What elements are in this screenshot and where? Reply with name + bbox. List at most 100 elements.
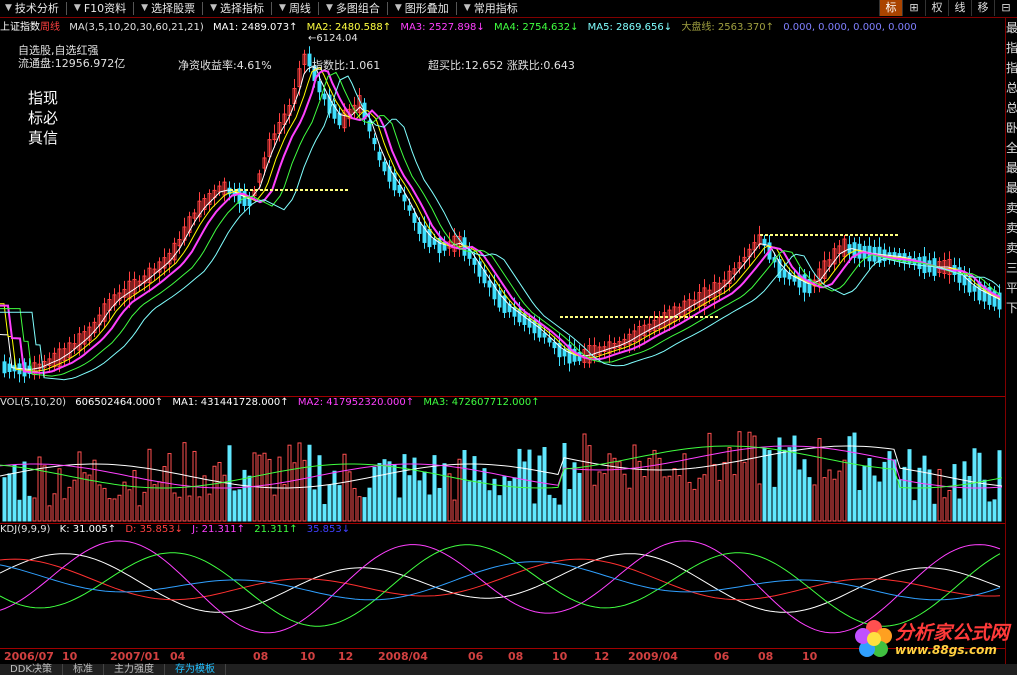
- date-label: 2009/04: [628, 650, 678, 663]
- volume-bar: [507, 480, 512, 522]
- volume-bar: [492, 478, 497, 522]
- volume-bar: [77, 451, 82, 522]
- toolbar-f10[interactable]: ▼ F10资料: [69, 0, 131, 17]
- volume-bar: [802, 459, 807, 522]
- rights-button[interactable]: 权: [925, 0, 948, 16]
- volume-bar: [82, 472, 87, 522]
- dropdown-arrow-icon: ▼: [325, 3, 333, 13]
- toolbar-select-stock[interactable]: ▼ 选择股票: [136, 0, 200, 17]
- price-chart[interactable]: [0, 32, 1005, 396]
- volume-bar: [397, 497, 402, 522]
- toolbar-tech-analysis[interactable]: ▼ 技术分析: [0, 0, 64, 17]
- date-label: 06: [714, 650, 730, 663]
- side-panel-char[interactable]: 最: [1006, 158, 1017, 178]
- side-panel-char[interactable]: 总: [1006, 78, 1017, 98]
- volume-bar: [752, 435, 757, 522]
- volume-bar: [202, 475, 207, 522]
- volume-bar: [67, 486, 72, 522]
- volume-bar: [912, 500, 917, 522]
- volume-bar: [622, 473, 627, 522]
- mark-button[interactable]: 标: [879, 0, 902, 16]
- kdj-header: KDJ(9,9,9) K: 31.005↑ D: 35.853↓ J: 21.3…: [0, 524, 351, 535]
- volume-bar: [767, 450, 772, 522]
- stock-name: 上证指数: [0, 22, 40, 32]
- volume-bar: [597, 471, 602, 522]
- tab-standard[interactable]: 标准: [63, 664, 104, 675]
- volume-bar: [807, 477, 812, 522]
- side-panel-char[interactable]: 下: [1006, 298, 1017, 318]
- toolbar-select-indicator[interactable]: ▼ 选择指标: [205, 0, 269, 17]
- volume-bar: [712, 463, 717, 522]
- volume-bar: [207, 493, 212, 522]
- volume-bar: [557, 504, 562, 522]
- volume-bar: [347, 471, 352, 522]
- side-panel-char[interactable]: 总: [1006, 98, 1017, 118]
- ma-line: [0, 66, 1001, 372]
- side-panel-char[interactable]: 卖: [1006, 238, 1017, 258]
- volume-bar: [2, 477, 7, 522]
- tab-main-strength[interactable]: 主力强度: [104, 664, 165, 675]
- volume-bar: [917, 467, 922, 522]
- side-panel-char[interactable]: 平: [1006, 278, 1017, 298]
- date-label: 12: [338, 650, 354, 663]
- tab-save-template[interactable]: 存为模板: [165, 664, 226, 675]
- side-panel-char[interactable]: 最: [1006, 178, 1017, 198]
- side-panel-char[interactable]: 最: [1006, 18, 1017, 38]
- toolbar-multi-chart[interactable]: ▼ 多图组合: [321, 0, 385, 17]
- volume-bar: [142, 491, 147, 522]
- volume-bar: [587, 445, 592, 522]
- bottom-tabs: DDK决策 标准 主力强度 存为模板: [0, 664, 1017, 675]
- volume-bar: [937, 468, 942, 522]
- volume-bar: [582, 433, 587, 522]
- toolbar-overlay[interactable]: ▼ 图形叠加: [390, 0, 454, 17]
- volume-bar: [42, 465, 47, 522]
- volume-bar: [672, 468, 677, 522]
- volume-bar: [992, 499, 997, 522]
- volume-bar: [47, 505, 52, 522]
- kdj-line: [0, 540, 1001, 634]
- volume-bar: [562, 443, 567, 522]
- side-panel-char[interactable]: 卖: [1006, 198, 1017, 218]
- date-label: 10: [552, 650, 568, 663]
- volume-bar: [7, 473, 12, 522]
- grid-button[interactable]: ⊞: [902, 0, 925, 16]
- tab-ddk[interactable]: DDK决策: [0, 664, 63, 675]
- volume-bar: [387, 461, 392, 522]
- candle-body: [547, 337, 552, 343]
- volume-bar: [162, 466, 167, 522]
- volume-bar: [957, 498, 962, 522]
- volume-bar: [307, 444, 312, 522]
- dropdown-arrow-icon: ▼: [279, 3, 286, 13]
- layout-button[interactable]: ⊟: [994, 0, 1017, 16]
- volume-bar: [457, 458, 462, 522]
- side-panel-char[interactable]: 指: [1006, 38, 1017, 58]
- candle-body: [417, 222, 422, 234]
- candle-body: [427, 228, 432, 248]
- toolbar-period[interactable]: ▼ 周线: [274, 0, 316, 17]
- volume-bar: [412, 457, 417, 522]
- volume-bar: [797, 469, 802, 522]
- volume-bar: [337, 485, 342, 522]
- volume-bar: [417, 480, 422, 522]
- volume-chart[interactable]: [0, 396, 1005, 523]
- volume-bar: [167, 453, 172, 522]
- side-panel-char[interactable]: 三: [1006, 258, 1017, 278]
- volume-bar: [772, 486, 777, 522]
- volume-bar: [687, 481, 692, 522]
- move-button[interactable]: 移: [971, 0, 994, 16]
- side-panel-char[interactable]: 卧: [1006, 118, 1017, 138]
- side-panel-char[interactable]: 全: [1006, 138, 1017, 158]
- side-panel-char[interactable]: 卖: [1006, 218, 1017, 238]
- volume-bar: [447, 473, 452, 522]
- volume-bar: [247, 475, 252, 522]
- line-button[interactable]: 线: [948, 0, 971, 16]
- volume-bar: [617, 461, 622, 522]
- volume-bar: [652, 449, 657, 522]
- volume-bar: [907, 449, 912, 522]
- volume-bar: [477, 480, 482, 522]
- volume-bar: [37, 456, 42, 522]
- volume-bar: [367, 487, 372, 522]
- toolbar-common-indicators[interactable]: ▼ 常用指标: [459, 0, 523, 17]
- side-panel-char[interactable]: 指: [1006, 58, 1017, 78]
- volume-bar: [987, 501, 992, 522]
